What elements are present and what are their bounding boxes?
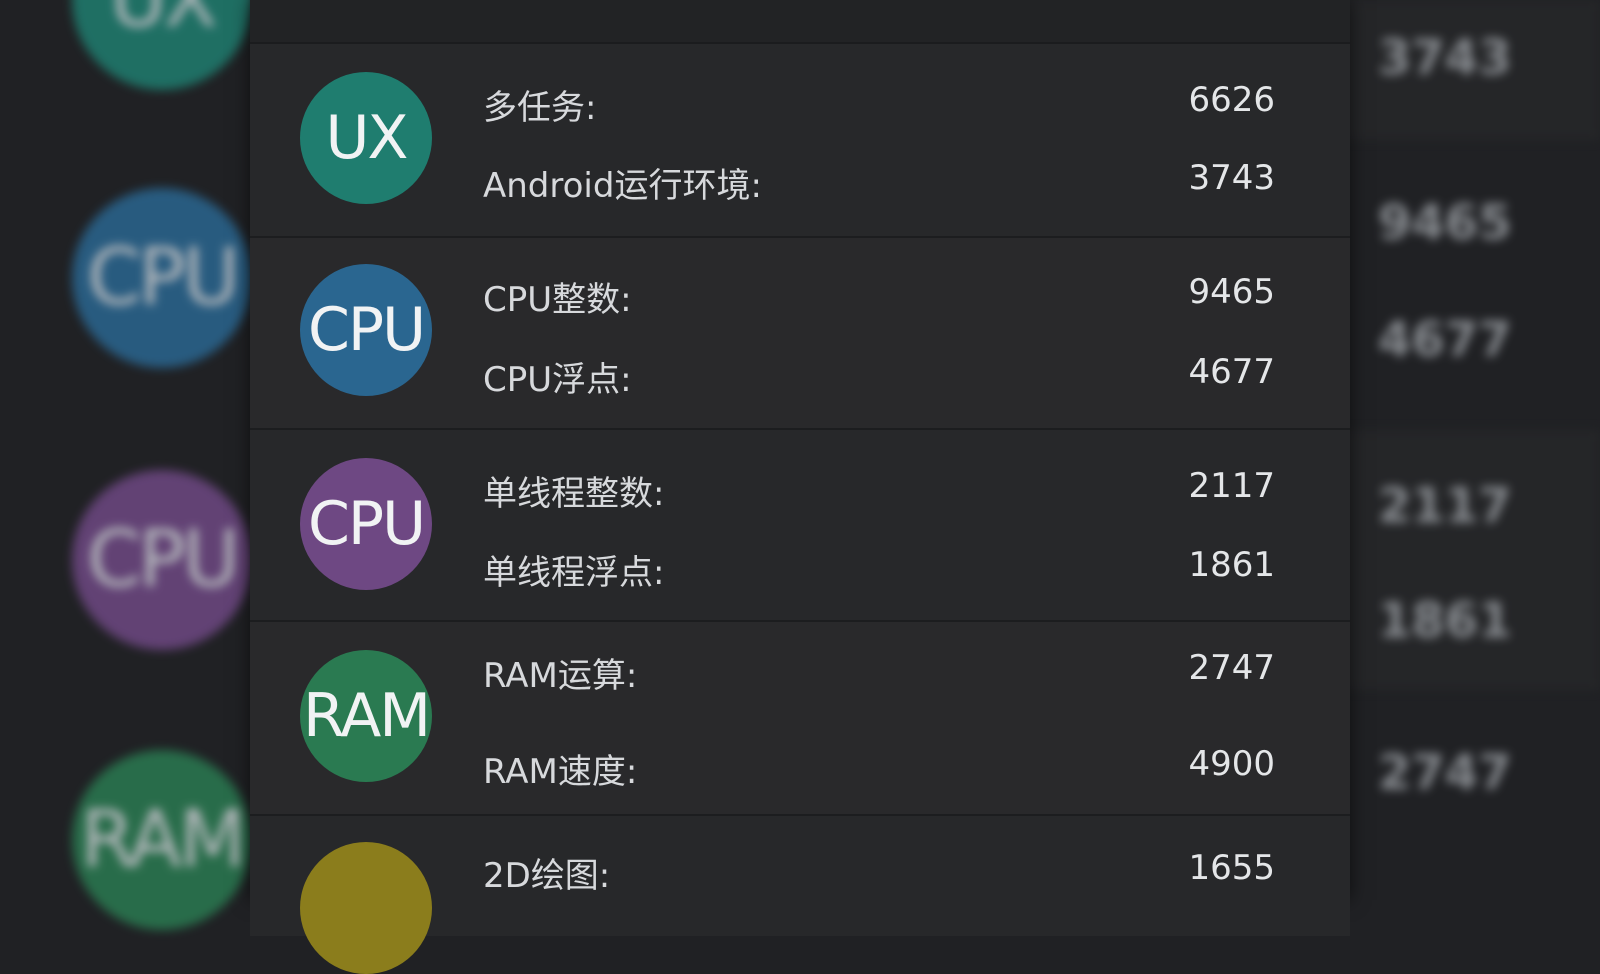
score-value-cpu-float: 4677 xyxy=(1188,352,1275,392)
bg-value: 3743 xyxy=(1378,30,1512,86)
panel-header xyxy=(250,0,1350,44)
score-details-panel: UX 多任务: 6626 Android运行环境: 3743 CPU CPU整数… xyxy=(250,0,1350,974)
bg-cpu-single-icon-label: CPU xyxy=(87,515,240,605)
gpu-badge-icon xyxy=(300,842,432,974)
cpu-badge-label: CPU xyxy=(308,295,426,365)
score-value-ram-compute: 2747 xyxy=(1188,648,1275,688)
score-group-ux: UX 多任务: 6626 Android运行环境: 3743 xyxy=(250,44,1350,238)
score-group-gpu: 2D绘图: 1655 xyxy=(250,816,1350,974)
score-group-ram: RAM RAM运算: 2747 RAM速度: 4900 xyxy=(250,622,1350,816)
bg-ux-icon: UX xyxy=(72,0,252,90)
score-value-multitask: 6626 xyxy=(1188,80,1275,120)
score-value-cpu-integer: 9465 xyxy=(1188,272,1275,312)
score-label-cpu-integer: CPU整数: xyxy=(483,280,632,320)
score-label-2d-graphics: 2D绘图: xyxy=(483,856,611,896)
ram-badge-icon: RAM xyxy=(300,650,432,782)
background-right-blurred: 3743 9465 4677 2117 1861 2747 xyxy=(1330,0,1600,900)
bg-value: 9465 xyxy=(1378,195,1512,251)
ux-badge-icon: UX xyxy=(300,72,432,204)
background-left-blurred: UX CPU CPU RAM xyxy=(0,0,252,930)
bg-value: 2117 xyxy=(1378,478,1512,534)
bg-band xyxy=(1330,430,1600,690)
score-value-single-thread-float: 1861 xyxy=(1188,545,1275,585)
bg-value: 1861 xyxy=(1378,593,1512,649)
score-group-cpu: CPU CPU整数: 9465 CPU浮点: 4677 xyxy=(250,238,1350,430)
bg-ram-icon-label: RAM xyxy=(80,795,247,885)
cpu-single-thread-badge-label: CPU xyxy=(308,489,426,559)
score-label-multitask: 多任务: xyxy=(483,88,597,128)
score-label-cpu-float: CPU浮点: xyxy=(483,360,632,400)
score-group-cpu-single-thread: CPU 单线程整数: 2117 单线程浮点: 1861 xyxy=(250,430,1350,622)
bg-cpu-icon: CPU xyxy=(72,188,252,368)
ux-badge-label: UX xyxy=(325,103,408,173)
score-label-android-runtime: Android运行环境: xyxy=(483,166,762,206)
bg-cpu-icon-label: CPU xyxy=(87,233,240,323)
cpu-badge-icon: CPU xyxy=(300,264,432,396)
ram-badge-label: RAM xyxy=(302,681,431,751)
bg-value: 4677 xyxy=(1378,312,1512,368)
score-value-single-thread-integer: 2117 xyxy=(1188,466,1275,506)
bg-ux-icon-label: UX xyxy=(109,0,218,45)
score-value-android-runtime: 3743 xyxy=(1188,158,1275,198)
score-label-ram-compute: RAM运算: xyxy=(483,656,638,696)
score-value-2d-graphics: 1655 xyxy=(1188,848,1275,888)
bg-ram-icon: RAM xyxy=(72,750,252,930)
cpu-single-thread-badge-icon: CPU xyxy=(300,458,432,590)
score-label-single-thread-integer: 单线程整数: xyxy=(483,474,665,514)
score-label-single-thread-float: 单线程浮点: xyxy=(483,553,665,593)
score-value-ram-speed: 4900 xyxy=(1188,744,1275,784)
bg-value: 2747 xyxy=(1378,745,1512,801)
score-label-ram-speed: RAM速度: xyxy=(483,752,638,792)
bg-cpu-single-icon: CPU xyxy=(72,470,252,650)
